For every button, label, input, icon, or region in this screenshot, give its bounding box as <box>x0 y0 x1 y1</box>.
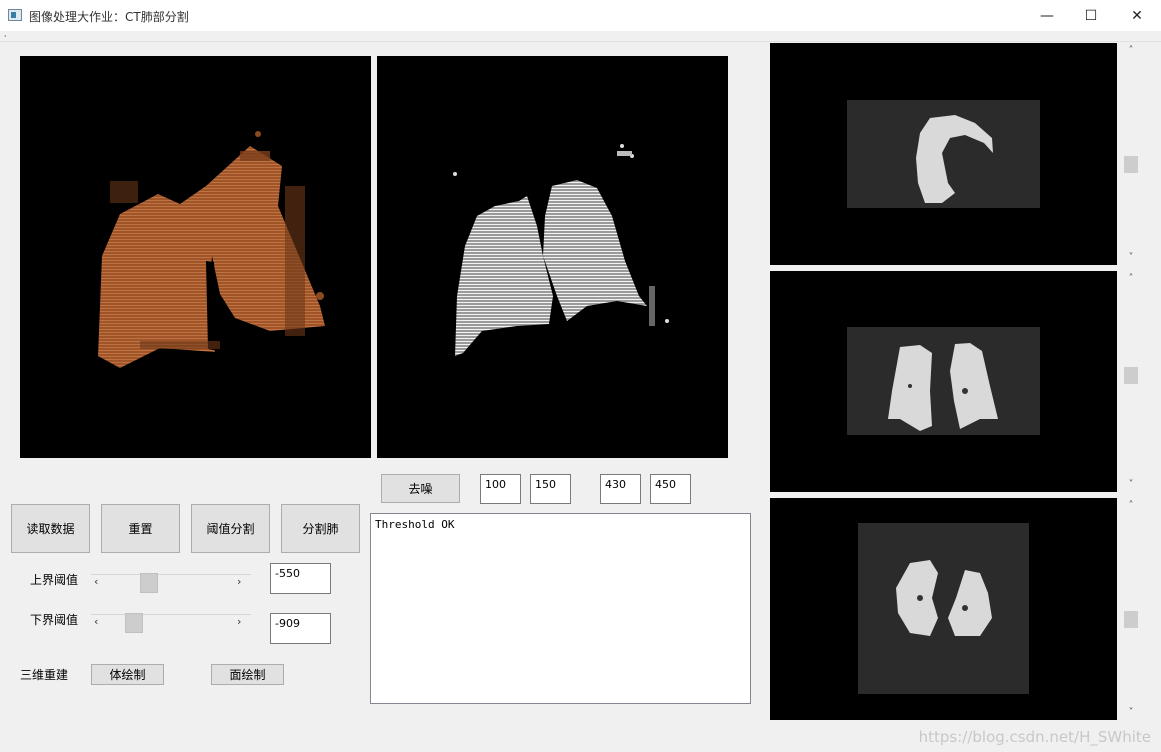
param-field-3[interactable]: 430 <box>600 474 641 504</box>
slice-scrollbar-1[interactable]: ˄ ˅ <box>1121 43 1141 265</box>
volume-render-button[interactable]: 体绘制 <box>91 664 164 685</box>
lower-threshold-label: 下界阈值 <box>30 613 79 627</box>
scroll-down-icon[interactable]: ˅ <box>1121 252 1141 263</box>
slice-view-sagittal[interactable] <box>770 498 1117 720</box>
lower-threshold-field[interactable]: -909 <box>270 613 331 644</box>
volume-render-view[interactable] <box>20 56 371 458</box>
app-icon <box>8 9 22 21</box>
scroll-thumb[interactable] <box>1124 367 1138 384</box>
param-field-1[interactable]: 100 <box>480 474 521 504</box>
lung-volume-render-icon <box>98 131 325 368</box>
watermark: https://blog.csdn.net/H_SWhite <box>918 728 1151 746</box>
window-title: 图像处理大作业：CT肺部分割 <box>29 10 189 24</box>
threshold-segment-button[interactable]: 阈值分割 <box>191 504 270 553</box>
slider-right-arrow[interactable]: › <box>237 575 241 588</box>
param-field-2[interactable]: 150 <box>530 474 571 504</box>
lung-surface-render-icon <box>453 144 669 356</box>
slider-left-arrow[interactable]: ‹ <box>94 575 98 588</box>
scroll-down-icon[interactable]: ˅ <box>1121 707 1141 718</box>
denoise-button[interactable]: 去噪 <box>381 474 460 503</box>
slider-thumb[interactable] <box>125 613 143 633</box>
scroll-up-icon[interactable]: ˄ <box>1121 500 1141 511</box>
menu-marker: , <box>4 29 7 38</box>
surface-render-button[interactable]: 面绘制 <box>211 664 284 685</box>
lung-slice-icon <box>847 100 1040 208</box>
scroll-up-icon[interactable]: ˄ <box>1121 45 1141 56</box>
scroll-up-icon[interactable]: ˄ <box>1121 273 1141 284</box>
upper-threshold-slider[interactable]: ‹ › <box>91 566 251 598</box>
param-field-4[interactable]: 450 <box>650 474 691 504</box>
slice-view-coronal[interactable] <box>770 271 1117 492</box>
menu-bar: , <box>0 29 1161 42</box>
log-text: Threshold OK <box>375 518 455 531</box>
slice-view-axial[interactable] <box>770 43 1117 265</box>
surface-render-view[interactable] <box>377 56 728 458</box>
reset-button[interactable]: 重置 <box>101 504 180 553</box>
lung-slice-icon <box>847 327 1040 435</box>
slider-track <box>91 574 251 575</box>
lower-threshold-slider[interactable]: ‹ › <box>91 606 251 638</box>
reconstruction-label: 三维重建 <box>20 668 69 682</box>
minimize-button[interactable]: — <box>1024 0 1070 31</box>
upper-threshold-label: 上界阈值 <box>30 573 79 587</box>
slider-right-arrow[interactable]: › <box>237 615 241 628</box>
maximize-button[interactable]: ☐ <box>1068 0 1114 31</box>
slice-scrollbar-3[interactable]: ˄ ˅ <box>1121 498 1141 720</box>
slice-scrollbar-2[interactable]: ˄ ˅ <box>1121 271 1141 492</box>
title-bar: 图像处理大作业：CT肺部分割 — ☐ ✕ <box>0 0 1161 31</box>
segment-lung-button[interactable]: 分割肺 <box>281 504 360 553</box>
lung-slice-icon <box>858 523 1029 694</box>
scroll-down-icon[interactable]: ˅ <box>1121 479 1141 490</box>
upper-threshold-field[interactable]: -550 <box>270 563 331 594</box>
log-output[interactable]: Threshold OK <box>370 513 751 704</box>
read-data-button[interactable]: 读取数据 <box>11 504 90 553</box>
slider-left-arrow[interactable]: ‹ <box>94 615 98 628</box>
scroll-thumb[interactable] <box>1124 156 1138 173</box>
scroll-thumb[interactable] <box>1124 611 1138 628</box>
slider-thumb[interactable] <box>140 573 158 593</box>
slider-track <box>91 614 251 615</box>
close-button[interactable]: ✕ <box>1114 0 1160 31</box>
